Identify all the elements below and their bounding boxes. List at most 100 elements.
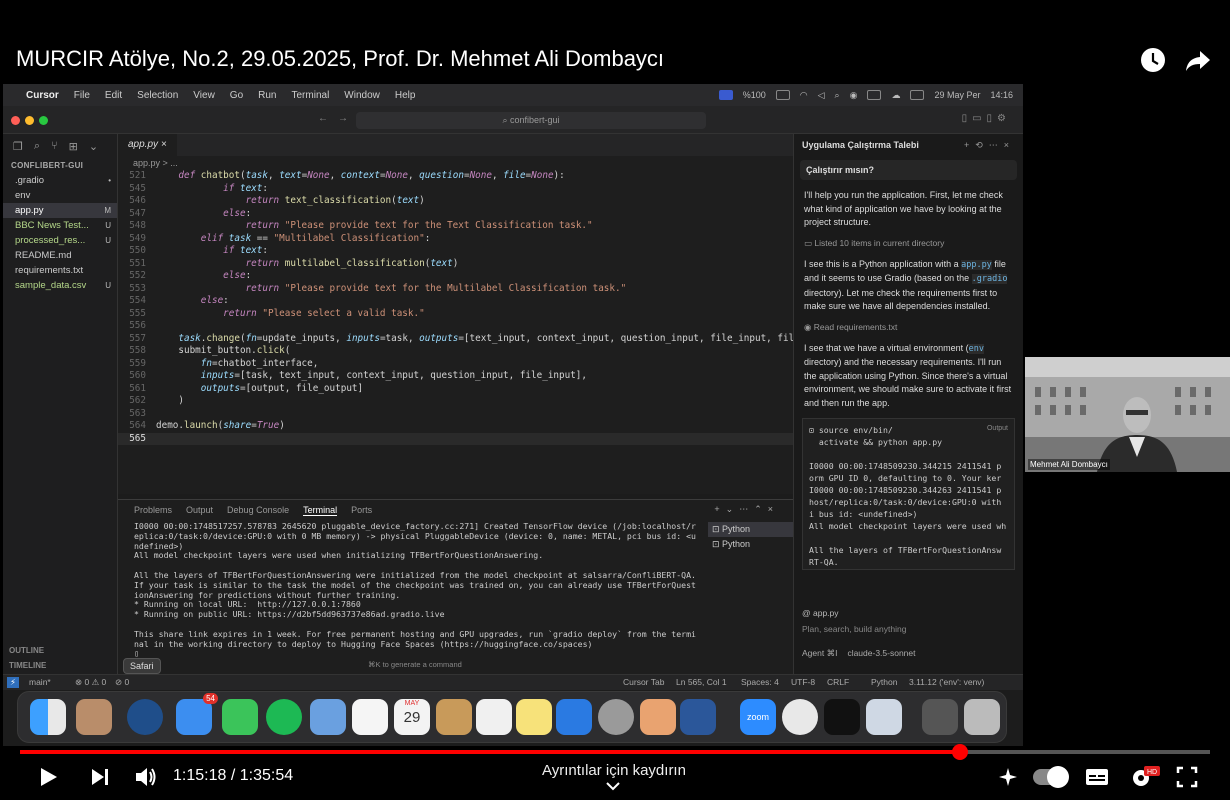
file-requirements[interactable]: requirements.txt [3, 263, 117, 278]
breadcrumb[interactable]: app.py > ... [118, 156, 793, 170]
remote-icon[interactable]: ⚡ [7, 677, 19, 688]
screenshot-app-icon[interactable] [866, 699, 902, 735]
menu-help[interactable]: Help [395, 90, 416, 101]
tool-call-read[interactable]: ◉ Read requirements.txt [804, 322, 1013, 333]
tab-problems[interactable]: Problems [134, 505, 172, 515]
play-icon[interactable] [38, 766, 60, 788]
file-app-py[interactable]: app.py M [3, 203, 117, 218]
source-control-icon[interactable]: ⑂ [51, 140, 58, 152]
progress-scrubber[interactable] [952, 744, 969, 760]
spotify-icon[interactable] [266, 699, 302, 735]
vpn-icon[interactable] [867, 90, 882, 100]
system-settings-icon[interactable] [598, 699, 634, 735]
git-branch[interactable]: main* [29, 677, 51, 687]
preview-icon[interactable] [640, 699, 676, 735]
trash-icon[interactable] [964, 699, 1000, 735]
video-player[interactable]: MURCIR Atölye, No.2, 29.05.2025, Prof. D… [0, 0, 1230, 800]
tab-debug-console[interactable]: Debug Console [227, 505, 289, 515]
language-mode[interactable]: Python [871, 677, 897, 687]
zoom-icon[interactable]: zoom [740, 699, 776, 735]
cloud-icon[interactable]: ☁ [891, 90, 900, 101]
settings-icon[interactable]: HD [1130, 766, 1160, 788]
command-search-input[interactable]: ⌕ confibert-gui [356, 112, 706, 129]
model-select[interactable]: claude-3.5-sonnet [847, 648, 915, 659]
file-bbc-news[interactable]: BBC News Test... U [3, 218, 117, 233]
cursor-tab-status[interactable]: Cursor Tab [623, 677, 664, 687]
menu-run[interactable]: Run [258, 90, 276, 101]
captions-icon[interactable] [1085, 768, 1109, 786]
menu-terminal[interactable]: Terminal [292, 90, 330, 101]
menu-edit[interactable]: Edit [105, 90, 122, 101]
folder-env[interactable]: env [3, 188, 117, 203]
tab-terminal[interactable]: Terminal [303, 505, 338, 516]
back-arrow-icon[interactable]: ← [318, 113, 328, 124]
downloads-stack-icon[interactable] [922, 699, 958, 735]
calendar-icon[interactable]: MAY 29 [394, 699, 430, 735]
indent-setting[interactable]: Spaces: 4 [741, 677, 779, 687]
line-ending[interactable]: CRLF [827, 677, 849, 687]
extensions-icon[interactable]: ⊞ [69, 140, 78, 153]
word-icon[interactable] [680, 699, 716, 735]
layout-toggle-icons[interactable]: ▯▭▯⚙ [962, 113, 1011, 124]
launchpad-icon[interactable] [76, 699, 112, 735]
wifi-icon[interactable]: ◠ [800, 90, 808, 101]
watch-later-icon[interactable] [1139, 46, 1167, 74]
tab-ports[interactable]: Ports [351, 505, 372, 515]
timeline-section[interactable]: TIMELINE [3, 661, 118, 670]
reminders-icon[interactable] [476, 699, 512, 735]
next-icon[interactable] [90, 767, 112, 787]
cursor-app-icon[interactable] [824, 699, 860, 735]
chat-input-area[interactable]: @ app.py Plan, search, build anything Ag… [802, 604, 1016, 670]
chevron-down-icon[interactable]: ⌄ [89, 140, 98, 153]
python-env[interactable]: 3.11.12 ('env': venv) [909, 677, 984, 687]
terminal-item[interactable]: ⊡ Python [708, 522, 793, 537]
maps-icon[interactable] [310, 699, 346, 735]
zoom-window-button[interactable] [39, 116, 48, 125]
ports-count[interactable]: ⊘ 0 [115, 677, 129, 688]
volume-icon[interactable] [134, 766, 158, 788]
terminal-output[interactable]: I0000 00:00:1748517257.578783 2645620 pl… [134, 521, 699, 659]
menu-view[interactable]: View [193, 90, 215, 101]
cursor-position[interactable]: Ln 565, Col 1 [676, 677, 727, 687]
chevron-down-icon[interactable] [606, 781, 620, 791]
chrome-icon[interactable] [782, 699, 818, 735]
menu-go[interactable]: Go [230, 90, 243, 101]
keyboard-icon[interactable] [910, 90, 925, 100]
menu-selection[interactable]: Selection [137, 90, 178, 101]
sparkle-icon[interactable] [998, 766, 1020, 788]
screen-share-icon[interactable] [718, 90, 733, 100]
menu-file[interactable]: File [74, 90, 90, 101]
search-files-icon[interactable]: ⌕ [34, 140, 40, 153]
finder-icon[interactable] [30, 699, 66, 735]
share-icon[interactable] [1184, 46, 1212, 74]
forward-arrow-icon[interactable]: → [338, 113, 348, 124]
code-lines[interactable]: 521 def chatbot(task, text=None, context… [118, 170, 850, 445]
photos-icon[interactable] [352, 699, 388, 735]
close-tab-icon[interactable]: × [161, 139, 167, 150]
scroll-for-details[interactable]: Ayrıntılar için kaydırın [542, 762, 686, 779]
command-output-block[interactable]: Output ⊡ source env/bin/ activate && pyth… [802, 418, 1015, 570]
tool-call-listing[interactable]: ▭ Listed 10 items in current directory [804, 238, 1013, 249]
context-chip[interactable]: @ app.py [802, 608, 1016, 618]
close-window-button[interactable] [11, 116, 20, 125]
chat-actions-icons[interactable]: +⟲⋯× [964, 134, 1015, 156]
tab-output[interactable]: Output [186, 505, 213, 515]
terminal-item[interactable]: ⊡ Python [708, 537, 793, 552]
code-editor[interactable]: app.py × app.py > ... 521 def chatbot(ta… [118, 134, 850, 494]
agent-mode-select[interactable]: Agent ⌘I [802, 648, 837, 659]
file-gradio[interactable]: .gradio • [3, 173, 117, 188]
minimize-window-button[interactable] [25, 116, 34, 125]
spotlight-icon[interactable]: ⌕ [835, 90, 840, 101]
encoding[interactable]: UTF-8 [791, 677, 815, 687]
contacts-icon[interactable] [436, 699, 472, 735]
tab-app-py[interactable]: app.py × [118, 134, 177, 156]
app-store-icon[interactable] [556, 699, 592, 735]
volume-icon[interactable]: ◁ [818, 90, 825, 101]
mail-icon[interactable]: 54 [176, 693, 218, 735]
menu-app[interactable]: Cursor [26, 90, 59, 101]
file-sample-data[interactable]: sample_data.csv U [3, 278, 117, 293]
control-center-icon[interactable]: ◉ [850, 90, 858, 101]
messages-icon[interactable] [222, 699, 258, 735]
file-processed-results[interactable]: processed_res... U [3, 233, 117, 248]
menu-window[interactable]: Window [344, 90, 380, 101]
